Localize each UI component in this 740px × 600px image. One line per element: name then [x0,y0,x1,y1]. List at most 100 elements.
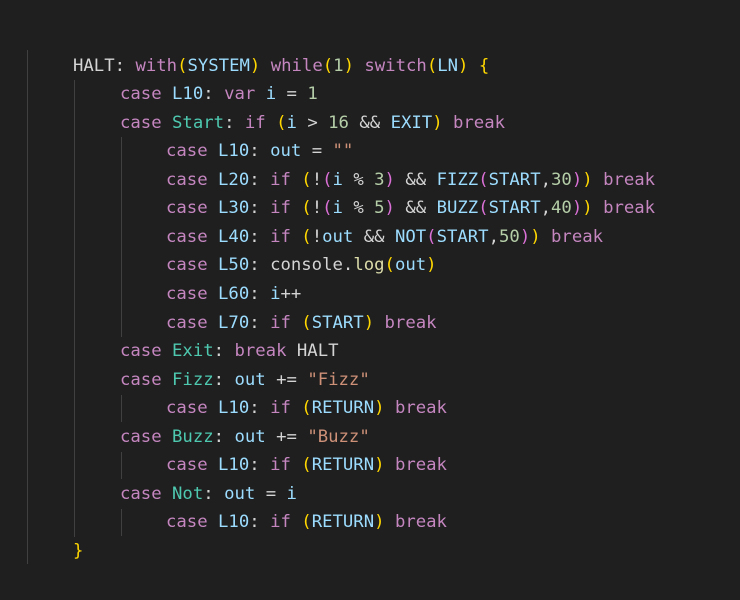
identifier: EXIT [390,113,433,133]
code-token: : [213,427,225,447]
code-token: && [405,198,427,218]
bracket: ) [343,56,354,76]
identifier: i [265,84,277,104]
keyword: if [270,512,291,532]
code-token: , [540,170,552,190]
code-line[interactable]: case L10: out = "" [166,137,353,166]
keyword: case [120,84,162,104]
bracket: ( [384,255,395,275]
code-line[interactable]: case L10: if (RETURN) break [166,394,447,423]
keyword: break [234,341,287,361]
bracket: ) [519,227,531,247]
keyword: if [270,455,291,475]
code-line[interactable]: case L70: if (START) break [166,309,437,338]
label: Fizz [172,370,214,390]
identifier: L20 [218,170,250,190]
code-token: % [353,170,364,190]
identifier: i [270,284,281,304]
number-literal: 16 [328,113,349,133]
bracket: ) [530,227,541,247]
identifier: START [488,170,541,190]
keyword: break [394,512,447,532]
keyword: break [453,113,506,133]
bracket: } [73,541,84,561]
bracket: ) [384,198,395,218]
code-token: += [276,370,297,390]
number-literal: 3 [374,170,385,190]
keyword: case [166,313,208,333]
keyword: case [166,198,208,218]
code-editor[interactable]: HALT: with(SYSTEM) while(1) switch(LN) {… [0,0,740,600]
code-token: ! [311,170,323,190]
label: Exit [172,341,214,361]
identifier: FIZZ [436,170,479,190]
number-literal: 50 [499,227,520,247]
code-line[interactable]: } [73,537,83,566]
code-line[interactable]: case L20: if (!(i % 3) && FIZZ(START,30)… [166,166,655,195]
code-line[interactable]: case Fizz: out += "Fizz" [120,366,370,395]
code-token: : [249,284,260,304]
code-line[interactable]: case Buzz: out += "Buzz" [120,423,370,452]
identifier: L10 [172,84,204,104]
code-line[interactable]: case Not: out = i [120,480,297,509]
code-token: : [249,227,260,247]
bracket: ( [301,227,312,247]
code-token: ++ [280,284,302,304]
code-line[interactable]: case Start: if (i > 16 && EXIT) break [120,109,505,138]
code-token: : [203,484,214,504]
identifier: RETURN [311,512,375,532]
bracket: ( [478,198,489,218]
code-line[interactable]: case L30: if (!(i % 5) && BUZZ(START,40)… [166,194,655,223]
code-token: > [307,113,318,133]
bracket: ( [322,198,333,218]
bracket: ( [301,455,312,475]
keyword: if [270,198,291,218]
code-line[interactable]: case L10: var i = 1 [120,80,318,109]
code-line[interactable]: case L40: if (!out && NOT(START,50)) bre… [166,223,603,252]
identifier: START [488,198,541,218]
bracket: { [478,56,490,76]
bracket: ( [426,227,437,247]
bracket: ( [301,170,312,190]
code-line[interactable]: case L50: console.log(out) [166,251,437,280]
code-line[interactable]: case L10: if (RETURN) break [166,451,447,480]
code-token: : [249,170,260,190]
bracket: ) [458,56,469,76]
keyword: case [120,427,162,447]
keyword: if [270,398,291,418]
bracket: ) [374,398,385,418]
code-token: : [249,255,260,275]
identifier: i [332,198,343,218]
code-line[interactable]: case L60: i++ [166,280,301,309]
indent-guide [121,395,122,422]
code-token: : [249,313,260,333]
keyword: break [394,455,447,475]
code-token: % [353,198,364,218]
identifier: i [286,484,297,504]
identifier: START [436,227,489,247]
code-line[interactable]: case Exit: break HALT [120,337,339,366]
identifier: NOT [394,227,427,247]
identifier: BUZZ [436,198,479,218]
identifier: L10 [218,512,250,532]
keyword: break [603,170,656,190]
number-literal: 5 [374,198,385,218]
code-token: = [286,84,297,104]
bracket: ( [478,170,489,190]
identifier: HALT [296,341,339,361]
code-token: : [203,84,214,104]
bracket: ( [301,512,312,532]
identifier: LN [437,56,459,76]
code-token: ! [311,198,323,218]
code-line[interactable]: case L10: if (RETURN) break [166,508,447,537]
keyword: switch [364,56,427,76]
code-token: && [363,227,385,247]
identifier: i [332,170,343,190]
identifier: out [270,141,302,161]
code-line[interactable]: HALT: with(SYSTEM) while(1) switch(LN) { [73,52,489,81]
keyword: case [166,455,208,475]
keyword: case [166,227,208,247]
keyword: case [166,255,208,275]
keyword: case [120,370,162,390]
identifier: L50 [218,255,250,275]
